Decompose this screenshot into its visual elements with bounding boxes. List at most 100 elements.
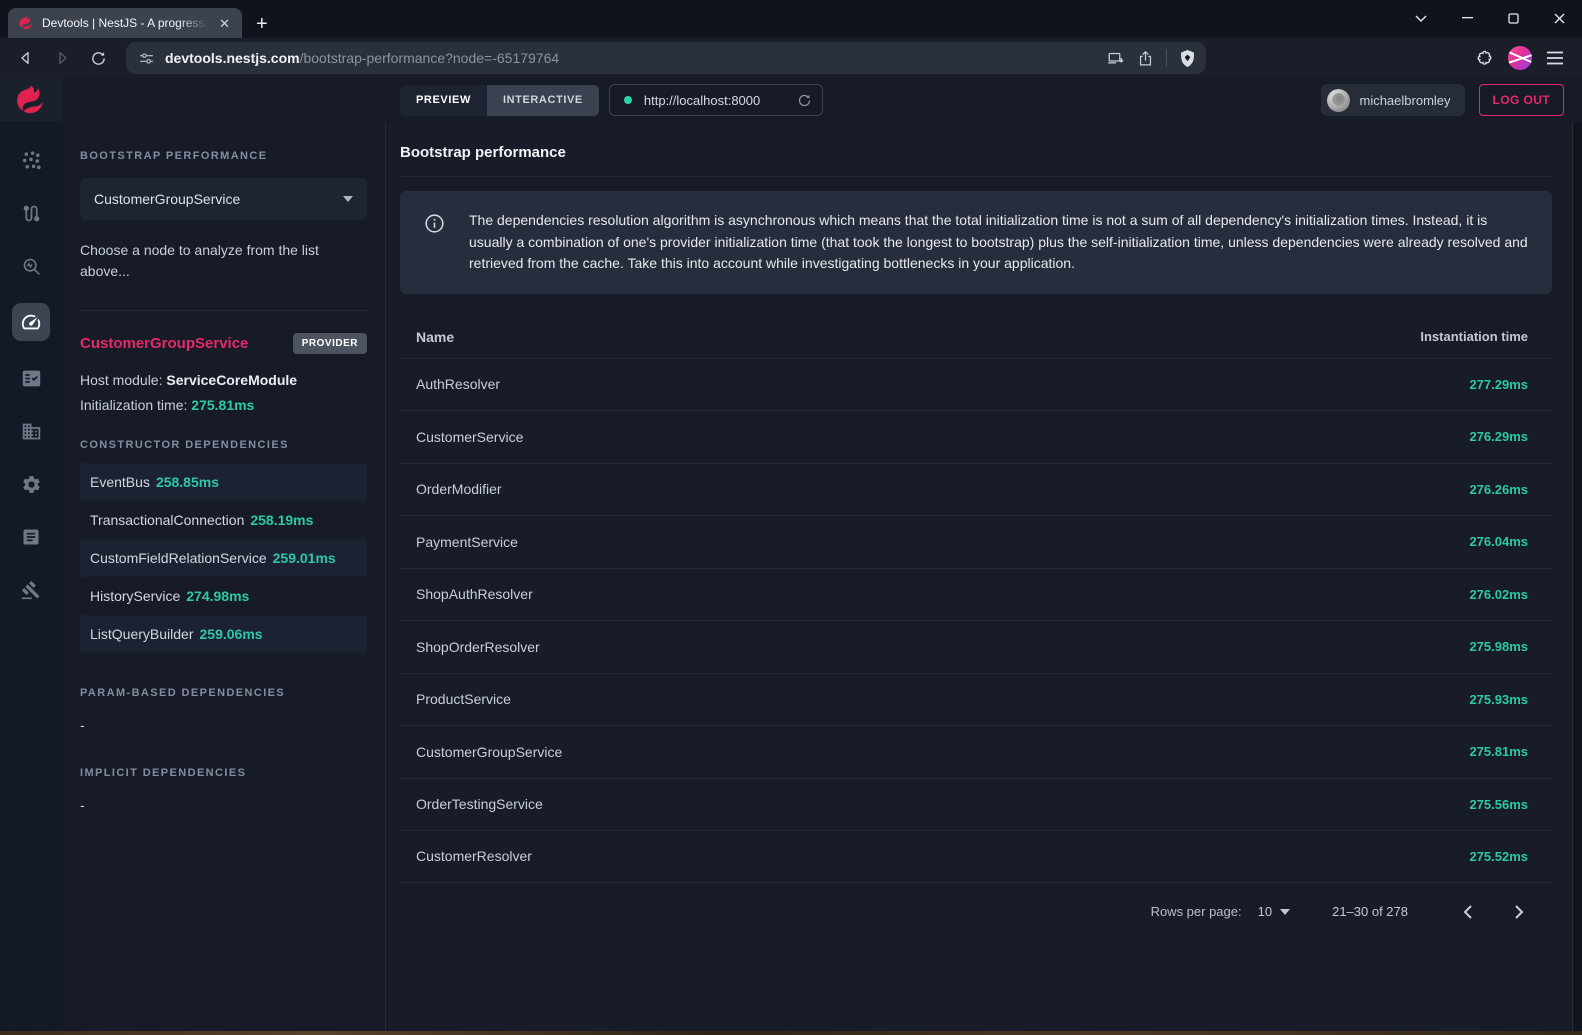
gavel-icon[interactable] xyxy=(12,574,50,606)
extensions-icon[interactable] xyxy=(1475,49,1494,68)
settings-gear-icon[interactable] xyxy=(12,468,50,500)
dependency-item[interactable]: HistoryService 274.98ms xyxy=(80,577,367,615)
modules-icon[interactable] xyxy=(12,415,50,447)
scrollbar[interactable] xyxy=(1572,122,1582,1031)
dependency-item[interactable]: CustomFieldRelationService 259.01ms xyxy=(80,539,367,577)
table-row[interactable]: CustomerResolver 275.52ms xyxy=(400,830,1552,883)
node-select-dropdown[interactable]: CustomerGroupService xyxy=(80,178,367,220)
user-name: michaelbromley xyxy=(1359,93,1450,108)
table-row[interactable]: CustomerService 276.29ms xyxy=(400,410,1552,463)
table-row[interactable]: ProductService 275.93ms xyxy=(400,673,1552,726)
prev-page-button[interactable] xyxy=(1452,897,1482,927)
constructor-deps-title: CONSTRUCTOR DEPENDENCIES xyxy=(80,439,367,451)
send-to-device-icon[interactable] xyxy=(1107,49,1125,67)
url-host: devtools.nestjs.com xyxy=(165,50,300,66)
user-avatar xyxy=(1327,89,1350,112)
app-body: BOOTSTRAP PERFORMANCE CustomerGroupServi… xyxy=(0,122,1582,1031)
table-body: AuthResolver 277.29ms CustomerService 27… xyxy=(400,358,1552,883)
constructor-deps-list: EventBus 258.85ms TransactionalConnectio… xyxy=(80,463,367,653)
implicit-deps-empty: - xyxy=(80,797,367,813)
col-header-name: Name xyxy=(416,329,454,345)
close-window-button[interactable] xyxy=(1536,0,1582,36)
rows-per-page-label: Rows per page: xyxy=(1151,904,1242,919)
refresh-icon[interactable] xyxy=(797,93,812,108)
table-row[interactable]: ShopOrderResolver 275.98ms xyxy=(400,620,1552,673)
url-path: /bootstrap-performance?node=-65179764 xyxy=(300,50,560,66)
performance-table: Name Instantiation time AuthResolver 277… xyxy=(400,316,1552,883)
status-dot-icon xyxy=(624,96,632,104)
init-time-row: Initialization time: 275.81ms xyxy=(80,397,367,413)
title-divider xyxy=(400,176,1552,177)
user-pill[interactable]: michaelbromley xyxy=(1321,84,1464,116)
table-row[interactable]: PaymentService 276.04ms xyxy=(400,515,1552,568)
graph-nodes-icon[interactable] xyxy=(12,144,50,176)
forward-button[interactable] xyxy=(46,42,78,74)
dependency-item[interactable]: ListQueryBuilder 259.06ms xyxy=(80,615,367,653)
node-select-value: CustomerGroupService xyxy=(94,191,240,207)
reload-button[interactable] xyxy=(82,42,114,74)
preview-url-text: http://localhost:8000 xyxy=(644,93,785,108)
window-controls xyxy=(1398,0,1582,36)
inspect-search-icon[interactable] xyxy=(12,250,50,282)
new-tab-button[interactable]: + xyxy=(256,14,268,34)
init-time-value: 275.81ms xyxy=(191,397,254,413)
sidebar-panel: BOOTSTRAP PERFORMANCE CustomerGroupServi… xyxy=(62,122,386,1031)
dependency-item[interactable]: TransactionalConnection 258.19ms xyxy=(80,501,367,539)
chevron-down-icon xyxy=(343,196,353,202)
bootstrap-performance-icon[interactable] xyxy=(12,303,50,341)
desktop-background-sliver xyxy=(0,1031,1582,1035)
address-bar[interactable]: devtools.nestjs.com/bootstrap-performanc… xyxy=(126,42,1206,74)
param-deps-title: PARAM-BASED DEPENDENCIES xyxy=(80,687,367,699)
selected-node-name: CustomerGroupService xyxy=(80,335,248,352)
table-row[interactable]: ShopAuthResolver 276.02ms xyxy=(400,568,1552,621)
host-module-row: Host module: ServiceCoreModule xyxy=(80,372,367,388)
info-callout: The dependencies resolution algorithm is… xyxy=(400,191,1552,294)
urlbar-divider xyxy=(1166,49,1167,67)
routes-icon[interactable] xyxy=(12,197,50,229)
next-page-button[interactable] xyxy=(1504,897,1534,927)
implicit-deps-title: IMPLICIT DEPENDENCIES xyxy=(80,767,367,779)
page-title: Bootstrap performance xyxy=(400,144,1552,161)
browser-profile-avatar[interactable] xyxy=(1508,46,1532,70)
preview-tab[interactable]: PREVIEW xyxy=(400,85,487,116)
info-icon xyxy=(424,213,445,234)
docs-icon[interactable] xyxy=(12,521,50,553)
browser-titlebar: Devtools | NestJS - A progressive ✕ + xyxy=(0,0,1582,38)
app-header: PREVIEW INTERACTIVE http://localhost:800… xyxy=(0,78,1582,122)
devtools-app: PREVIEW INTERACTIVE http://localhost:800… xyxy=(0,78,1582,1031)
tab-search-icon[interactable] xyxy=(1398,0,1444,36)
provider-badge: PROVIDER xyxy=(293,333,367,354)
brave-shield-icon[interactable] xyxy=(1179,49,1196,68)
selected-node-header: CustomerGroupService PROVIDER xyxy=(80,333,367,354)
share-icon[interactable] xyxy=(1137,50,1154,67)
table-row[interactable]: OrderModifier 276.26ms xyxy=(400,463,1552,516)
browser-tab[interactable]: Devtools | NestJS - A progressive ✕ xyxy=(8,8,242,38)
menu-icon[interactable] xyxy=(1546,51,1564,65)
interactive-tab[interactable]: INTERACTIVE xyxy=(487,85,599,116)
site-settings-icon[interactable] xyxy=(138,50,155,67)
preview-url-field[interactable]: http://localhost:8000 xyxy=(609,84,823,116)
table-row[interactable]: CustomerGroupService 275.81ms xyxy=(400,725,1552,778)
urlbar-actions xyxy=(1107,49,1196,68)
tab-close-icon[interactable]: ✕ xyxy=(215,15,234,32)
info-text: The dependencies resolution algorithm is… xyxy=(469,210,1528,275)
page-range: 21–30 of 278 xyxy=(1332,904,1408,919)
nestjs-logo-icon[interactable] xyxy=(0,78,62,122)
view-mode-toggle: PREVIEW INTERACTIVE xyxy=(400,85,599,116)
audit-checklist-icon[interactable] xyxy=(12,362,50,394)
logout-button[interactable]: LOG OUT xyxy=(1479,84,1564,116)
node-hint-text: Choose a node to analyze from the list a… xyxy=(80,240,367,282)
panel-divider xyxy=(80,310,367,311)
dependency-item[interactable]: EventBus 258.85ms xyxy=(80,463,367,501)
panel-section-title: BOOTSTRAP PERFORMANCE xyxy=(80,150,367,162)
nav-rail xyxy=(0,122,62,1031)
maximize-button[interactable] xyxy=(1490,0,1536,36)
table-row[interactable]: AuthResolver 277.29ms xyxy=(400,358,1552,411)
table-row[interactable]: OrderTestingService 275.56ms xyxy=(400,778,1552,831)
back-button[interactable] xyxy=(10,42,42,74)
tab-title: Devtools | NestJS - A progressive xyxy=(42,16,207,30)
url-text[interactable]: devtools.nestjs.com/bootstrap-performanc… xyxy=(165,50,1097,66)
table-header: Name Instantiation time xyxy=(400,316,1552,358)
minimize-button[interactable] xyxy=(1444,0,1490,36)
rows-per-page-select[interactable]: 10 xyxy=(1258,904,1290,919)
